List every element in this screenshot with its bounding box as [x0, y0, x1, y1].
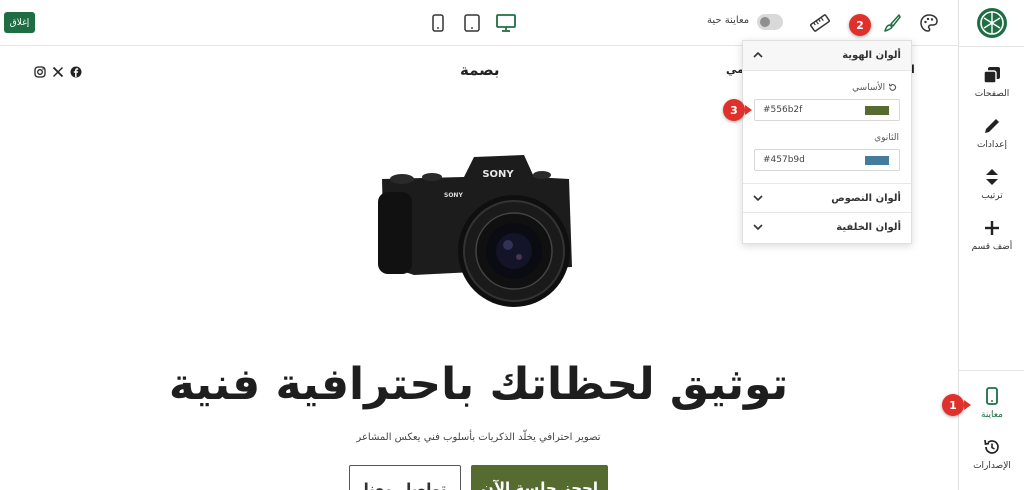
callout-badge-3: 3	[723, 99, 752, 121]
facebook-icon[interactable]	[70, 63, 82, 82]
text-colors-header[interactable]: ألوان النصوص	[743, 183, 911, 213]
chevron-down-icon	[753, 224, 763, 231]
colors-panel: ألوان الهوية الأساسي #556b2f الثانوي #45…	[742, 40, 912, 244]
instagram-icon[interactable]	[34, 63, 46, 82]
mobile-preview-icon	[981, 385, 1003, 407]
hero-subtitle: تصوير احترافي يخلّد الذكريات بأسلوب فني …	[356, 432, 601, 443]
sidebar-item-label: الصفحات	[974, 89, 1010, 99]
svg-text:SONY: SONY	[482, 169, 514, 180]
reset-icon[interactable]	[888, 83, 897, 92]
background-colors-header[interactable]: ألوان الخلفية	[743, 213, 911, 243]
desktop-device-icon[interactable]	[496, 11, 516, 35]
editor-sidebar: الصفحات إعدادات ترتيب أضف قسم معاينة الإ…	[958, 0, 1024, 490]
callout-badge-2: 2	[849, 14, 871, 36]
identity-colors-title: ألوان الهوية	[842, 50, 901, 61]
chevron-up-icon	[753, 51, 763, 58]
device-switcher	[428, 11, 516, 35]
history-icon	[981, 436, 1003, 458]
sidebar-item-pages[interactable]: الصفحات	[959, 64, 1024, 99]
palette-icon[interactable]	[918, 12, 940, 34]
mobile-device-icon[interactable]	[428, 11, 448, 35]
sidebar-item-label: إعدادات	[976, 140, 1008, 150]
sidebar-item-label: الإصدارات	[973, 461, 1011, 471]
pages-icon	[981, 64, 1003, 86]
social-links	[34, 63, 82, 82]
sort-icon	[981, 166, 1003, 188]
sidebar-item-add-section[interactable]: أضف قسم	[959, 217, 1024, 252]
identity-colors-header[interactable]: ألوان الهوية	[743, 41, 911, 71]
app-logo	[975, 6, 1009, 40]
hero-title: توثيق لحظاتك باحترافية فنية	[168, 359, 789, 410]
secondary-color-label: الثانوي	[874, 133, 899, 143]
contact-us-button[interactable]: تواصل معنا	[349, 465, 461, 490]
secondary-color-swatch[interactable]	[865, 156, 889, 165]
site-brand-name[interactable]: بصمة	[460, 61, 500, 79]
primary-color-swatch[interactable]	[865, 106, 889, 115]
brush-icon[interactable]	[881, 12, 903, 34]
live-preview-toggle[interactable]	[757, 14, 783, 30]
text-colors-title: ألوان النصوص	[831, 193, 901, 204]
sidebar-item-versions[interactable]: الإصدارات	[959, 436, 1024, 471]
sidebar-item-label: ترتيب	[981, 191, 1003, 201]
background-colors-title: ألوان الخلفية	[836, 222, 901, 233]
svg-text:SONY: SONY	[444, 192, 463, 199]
tablet-device-icon[interactable]	[462, 11, 482, 35]
primary-color-label: الأساسي	[852, 83, 899, 93]
pencil-icon	[981, 115, 1003, 137]
book-session-button[interactable]: احجز جلسة الآن	[471, 465, 608, 490]
callout-badge-1: 1	[942, 394, 971, 416]
x-twitter-icon[interactable]	[52, 63, 64, 82]
secondary-color-value: #457b9d	[763, 155, 805, 165]
secondary-color-field[interactable]: #457b9d	[754, 149, 900, 171]
sidebar-item-arrange[interactable]: ترتيب	[959, 166, 1024, 201]
camera-image: SONY SONY	[374, 147, 584, 319]
plus-icon	[981, 217, 1003, 239]
close-button[interactable]: إغلاق	[4, 12, 35, 33]
sidebar-item-label: أضف قسم	[971, 242, 1013, 252]
sidebar-item-label: معاينة	[981, 410, 1003, 420]
live-preview-label: معاينة حية	[707, 15, 750, 26]
sidebar-item-settings[interactable]: إعدادات	[959, 115, 1024, 150]
chevron-down-icon	[753, 195, 763, 202]
ruler-icon[interactable]	[809, 12, 831, 34]
primary-color-field[interactable]: #556b2f	[754, 99, 900, 121]
primary-color-value: #556b2f	[763, 105, 803, 115]
